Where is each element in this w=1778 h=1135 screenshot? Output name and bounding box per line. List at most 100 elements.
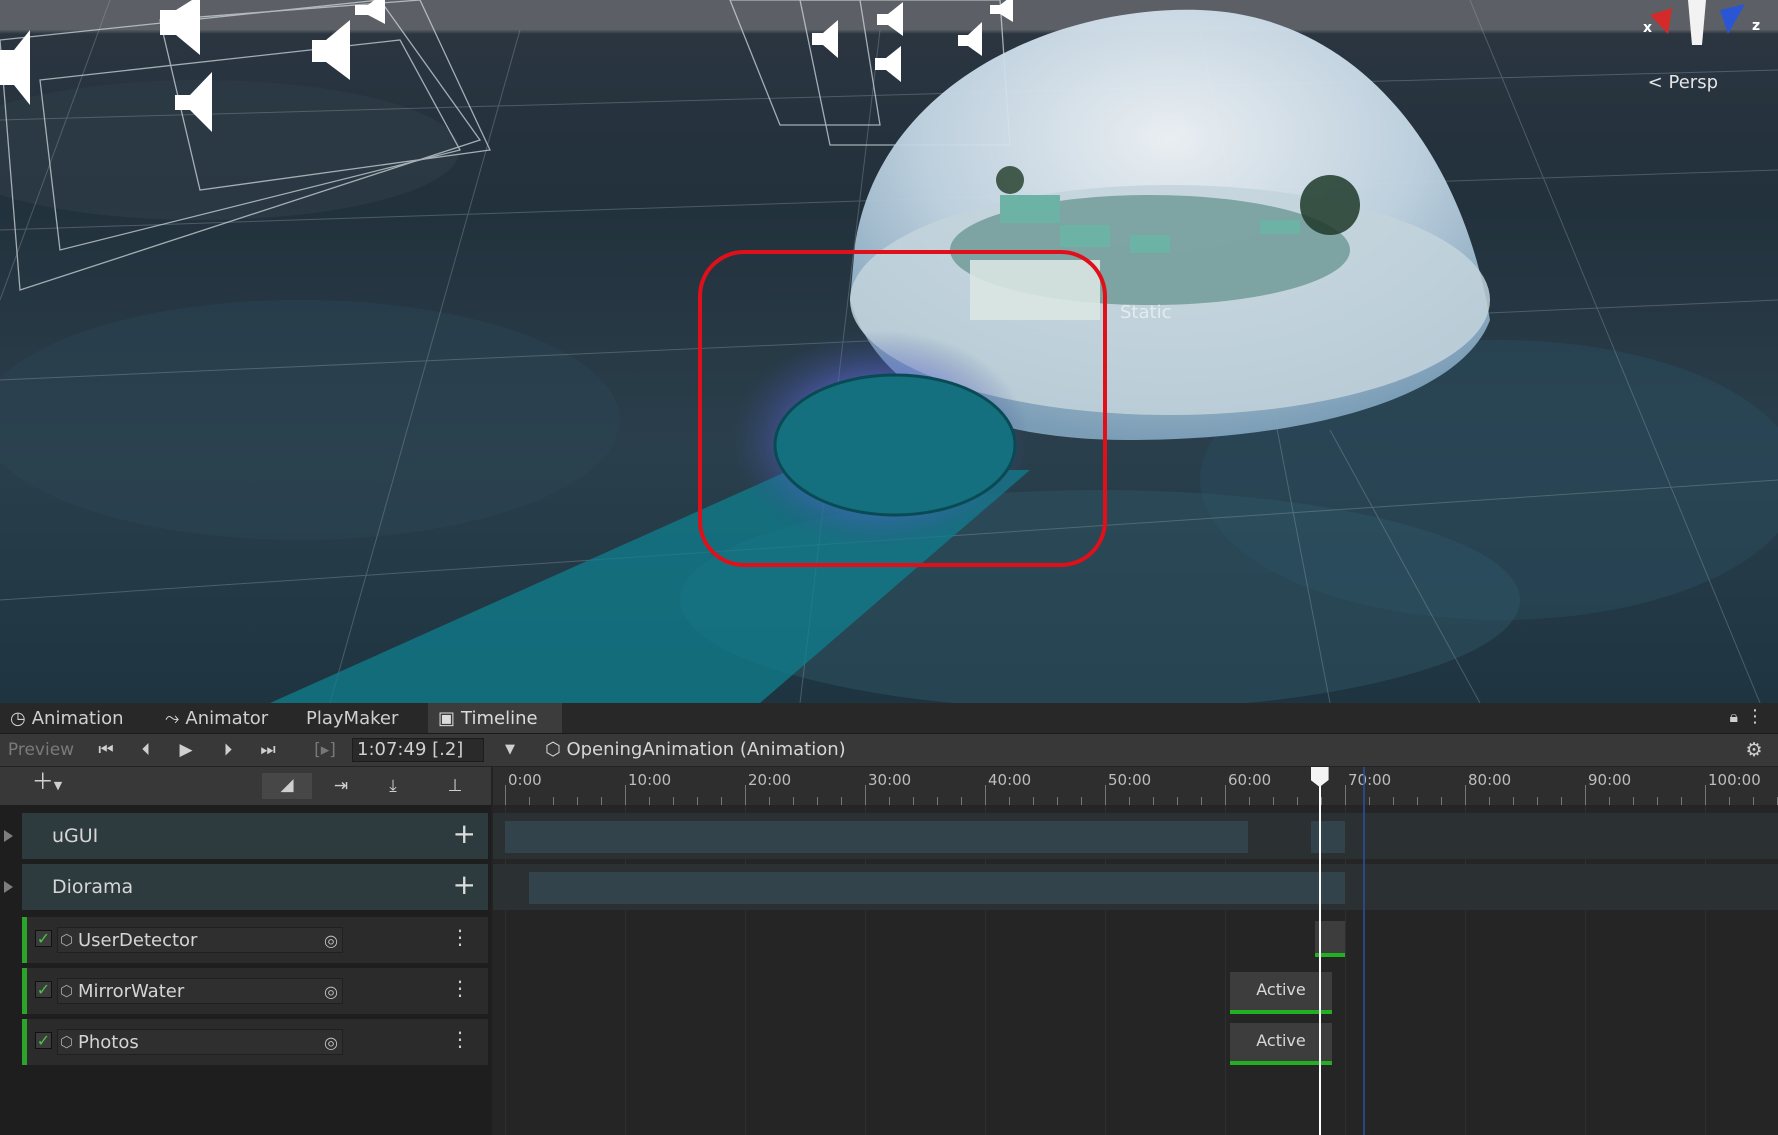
expand-ugui-icon[interactable] (4, 830, 13, 842)
tab-animation[interactable]: ◷ Animation (0, 703, 150, 733)
add-icon[interactable]: + (453, 819, 476, 849)
track-photos[interactable]: ✓ ⬡ Photos ◎ ⋮ (22, 1019, 488, 1065)
ruler-minor-tick (1537, 797, 1538, 805)
lock-icon[interactable]: 🔒︎ (1729, 707, 1738, 727)
ruler-major-tick (1105, 785, 1106, 805)
group-clip-summary[interactable] (1311, 821, 1345, 853)
timeline-asset-selector[interactable]: ⬡ OpeningAnimation (Animation) (545, 738, 846, 762)
ruler-minor-tick (1033, 797, 1034, 805)
ruler-tick-label: 100:00 (1708, 771, 1761, 789)
group-track-ugui[interactable]: uGUI + (22, 813, 488, 859)
group-track-diorama[interactable]: Diorama + (22, 864, 488, 910)
settings-gear-icon[interactable]: ⚙ (1742, 738, 1766, 762)
ruler-minor-tick (1153, 797, 1154, 805)
previous-frame-icon[interactable]: ⏴ (132, 738, 160, 762)
target-picker-icon[interactable]: ◎ (324, 1033, 338, 1052)
track-mirrorwater[interactable]: ✓ ⬡ MirrorWater ◎ ⋮ (22, 968, 488, 1014)
ruler-minor-tick (1609, 797, 1610, 805)
go-to-start-icon[interactable]: ⏮ (92, 738, 120, 762)
chevron-left-icon: < (1647, 72, 1663, 93)
ruler-minor-tick (1009, 797, 1010, 805)
range-play-icon[interactable]: [▸] (310, 738, 340, 762)
object-name: UserDetector (78, 930, 198, 951)
time-ruler[interactable]: 0:00 10:00 20:00 30:00 40:00 50:00 60:00 70:00 8… (493, 767, 1778, 806)
object-name: Photos (78, 1032, 139, 1053)
ruler-major-tick (865, 785, 866, 805)
chevron-down-icon[interactable]: ▼ (498, 738, 522, 762)
lane-diorama (493, 864, 1778, 910)
ruler-minor-tick (1249, 797, 1250, 805)
ruler-tick-label: 30:00 (868, 771, 912, 789)
ruler-major-tick (505, 785, 506, 805)
target-picker-icon[interactable]: ◎ (324, 931, 338, 950)
static-label: Static (1120, 302, 1172, 323)
ruler-minor-tick (1633, 797, 1634, 805)
lane-ugui (493, 813, 1778, 859)
ruler-tick-label: 40:00 (988, 771, 1032, 789)
track-enabled-checkbox[interactable]: ✓ (35, 981, 52, 998)
track-enabled-checkbox[interactable]: ✓ (35, 1032, 52, 1049)
track-enabled-checkbox[interactable]: ✓ (35, 930, 52, 947)
ruler-minor-tick (1201, 797, 1202, 805)
cube-icon: ⬡ (60, 931, 74, 949)
ruler-minor-tick (961, 797, 962, 805)
track-menu-icon[interactable]: ⋮ (450, 976, 470, 1000)
tab-playmaker[interactable]: PlayMaker (296, 703, 426, 733)
ruler-minor-tick (1417, 797, 1418, 805)
add-icon[interactable]: + (453, 870, 476, 900)
tab-menu-icon[interactable]: ⋮ (1746, 706, 1764, 727)
ruler-minor-tick (529, 797, 530, 805)
group-clip-summary[interactable] (505, 821, 1248, 853)
track-menu-icon[interactable]: ⋮ (450, 925, 470, 949)
track-userdetector[interactable]: ✓ ⬡ UserDetector ◎ ⋮ (22, 917, 488, 963)
ruler-minor-tick (769, 797, 770, 805)
time-field[interactable]: 1:07:49 [.2] (352, 738, 484, 762)
group-clip-summary[interactable] (529, 872, 1345, 904)
play-icon[interactable]: ▶ (172, 738, 200, 762)
tab-animator[interactable]: ⤳ Animator (155, 703, 295, 733)
ripple-icon[interactable]: ⇥ (326, 774, 356, 798)
ruler-minor-tick (1681, 797, 1682, 805)
ruler-major-tick (745, 785, 746, 805)
ruler-minor-tick (1393, 797, 1394, 805)
target-picker-icon[interactable]: ◎ (324, 982, 338, 1001)
group-label: Diorama (52, 876, 134, 898)
object-field[interactable]: ⬡ Photos ◎ (57, 1029, 343, 1055)
ruler-minor-tick (1489, 797, 1490, 805)
perspective-toggle[interactable]: < Persp (1648, 72, 1718, 93)
track-toolbar: ＋▼ ◢ ⇥ ⤓ ⊥ (0, 767, 493, 805)
ruler-minor-tick (1081, 797, 1082, 805)
group-label: uGUI (52, 825, 99, 847)
ruler-major-tick (1345, 785, 1346, 805)
activation-clip[interactable]: Active (1230, 1023, 1332, 1065)
ruler-minor-tick (1513, 797, 1514, 805)
go-to-end-icon[interactable]: ⏭ (254, 738, 282, 762)
dropdown-arrow-icon: ▼ (53, 779, 63, 792)
film-icon: ▣ (438, 708, 456, 729)
add-track-button[interactable]: ＋▼ (24, 771, 70, 795)
ruler-major-tick (1705, 785, 1706, 805)
track-menu-icon[interactable]: ⋮ (450, 1027, 470, 1051)
ruler-tick-label: 10:00 (628, 771, 672, 789)
scene-view[interactable]: x z Static < Persp (0, 0, 1778, 703)
ruler-major-tick (1465, 785, 1466, 805)
clip-area[interactable]: Active Active (493, 805, 1778, 1135)
tab-animation-label: Animation (31, 708, 124, 729)
expand-diorama-icon[interactable] (4, 881, 13, 893)
tab-playmaker-label: PlayMaker (306, 708, 399, 729)
ruler-minor-tick (1729, 797, 1730, 805)
snap-ramp-icon[interactable]: ◢ (262, 773, 312, 799)
object-field[interactable]: ⬡ MirrorWater ◎ (57, 978, 343, 1004)
playhead[interactable] (1310, 767, 1329, 1135)
tab-timeline[interactable]: ▣ Timeline (428, 703, 562, 733)
next-frame-icon[interactable]: ⏵ (214, 738, 242, 762)
preview-button[interactable]: Preview (4, 738, 78, 762)
replace-icon[interactable]: ⤓ (378, 774, 408, 798)
ruler-minor-tick (1753, 797, 1754, 805)
pin-icon[interactable]: ⊥ (440, 774, 470, 798)
ruler-minor-tick (937, 797, 938, 805)
track-list: uGUI + Diorama + ✓ ⬡ UserDetector ◎ ⋮ ✓ … (0, 805, 493, 1135)
cube-icon: ⬡ (60, 982, 74, 1000)
object-field[interactable]: ⬡ UserDetector ◎ (57, 927, 343, 953)
activation-clip[interactable]: Active (1230, 972, 1332, 1014)
